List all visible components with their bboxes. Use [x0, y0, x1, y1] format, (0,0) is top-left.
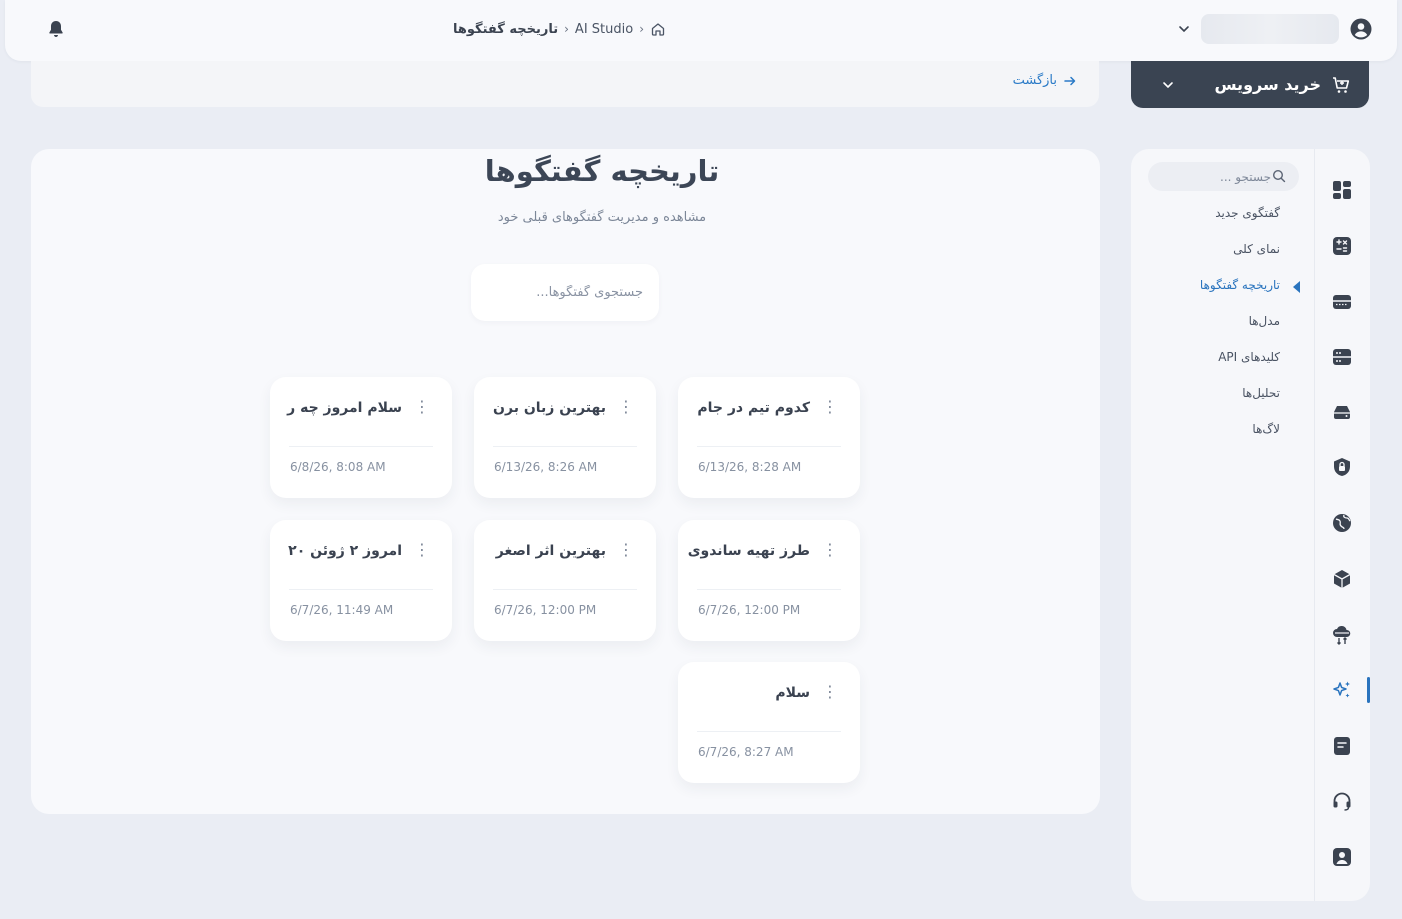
- conversation-title: طرز تهیه ساندوی: [687, 543, 810, 559]
- back-label: بازگشت: [1012, 73, 1057, 88]
- database-icon[interactable]: [1331, 346, 1353, 368]
- card-divider: [289, 446, 433, 447]
- conversation-card[interactable]: بهترین اثر اصغر ⋮ 6/7/26, 12:00 PM: [474, 520, 656, 641]
- conversation-date: 6/8/26, 8:08 AM: [290, 460, 386, 474]
- user-name[interactable]: [1201, 14, 1339, 44]
- more-options-icon[interactable]: ⋮: [414, 542, 430, 559]
- conversation-title: بهترین زبان برن: [493, 400, 606, 416]
- sidebar-divider: [1314, 149, 1315, 901]
- conversation-date: 6/13/26, 8:26 AM: [494, 460, 598, 474]
- conversation-title: کدوم تیم در جام: [697, 400, 810, 416]
- calculator-icon[interactable]: [1331, 235, 1353, 257]
- chevron-down-icon[interactable]: [1177, 22, 1191, 36]
- conversation-title: امروز ۲ ژوئن ۲۰: [288, 543, 402, 559]
- sidebar-item-chat-history[interactable]: تاریخچه گفتگوها: [1200, 278, 1280, 292]
- bell-icon[interactable]: [46, 19, 66, 39]
- home-icon[interactable]: [650, 21, 666, 37]
- breadcrumb-section[interactable]: AI Studio: [575, 22, 633, 37]
- sidebar: گفتگوی جدید نمای کلی تاریخچه گفتگوها مدل…: [1131, 149, 1370, 901]
- sidebar-item-api-keys[interactable]: کلیدهای API: [1218, 350, 1280, 364]
- buy-service-label: خرید سرویس: [1214, 75, 1321, 94]
- cart-icon: [1333, 76, 1350, 93]
- sub-header: بازگشت: [31, 61, 1099, 107]
- breadcrumb-separator: ›: [564, 22, 569, 36]
- conversation-date: 6/7/26, 8:27 AM: [698, 745, 794, 759]
- user-menu[interactable]: [1177, 12, 1373, 46]
- conversation-title: سلام: [775, 685, 810, 701]
- more-options-icon[interactable]: ⋮: [618, 399, 634, 416]
- sidebar-item-new-chat[interactable]: گفتگوی جدید: [1215, 206, 1280, 220]
- more-options-icon[interactable]: ⋮: [618, 542, 634, 559]
- page-title: تاریخچه گفتگوها: [484, 154, 720, 188]
- cloud-transfer-icon[interactable]: [1331, 624, 1353, 646]
- conversation-date: 6/7/26, 11:49 AM: [290, 603, 394, 617]
- conversation-card[interactable]: امروز ۲ ژوئن ۲۰ ⋮ 6/7/26, 11:49 AM: [270, 520, 452, 641]
- main-content: تاریخچه گفتگوها مشاهده و مدیریت گفتگوهای…: [31, 149, 1100, 814]
- more-options-icon[interactable]: ⋮: [822, 399, 838, 416]
- conversation-title: بهترین اثر اصغر: [495, 543, 606, 559]
- search-icon: [1272, 169, 1286, 183]
- sidebar-item-overview[interactable]: نمای کلی: [1233, 242, 1280, 256]
- conversation-title: سلام امروز چه ر: [287, 400, 402, 416]
- breadcrumb-separator: ›: [639, 22, 644, 36]
- breadcrumb-current: تاریخچه گفتگوها: [453, 21, 559, 37]
- sidebar-item-analytics[interactable]: تحلیل‌ها: [1242, 386, 1280, 400]
- contact-icon[interactable]: [1331, 846, 1353, 868]
- sidebar-item-logs[interactable]: لاگ‌ها: [1252, 422, 1280, 436]
- more-options-icon[interactable]: ⋮: [822, 684, 838, 701]
- conversation-card[interactable]: بهترین زبان برن ⋮ 6/13/26, 8:26 AM: [474, 377, 656, 498]
- buy-service-button[interactable]: خرید سرویس: [1131, 61, 1369, 108]
- conversation-card[interactable]: سلام امروز چه ر ⋮ 6/8/26, 8:08 AM: [270, 377, 452, 498]
- cube-icon[interactable]: [1331, 568, 1353, 590]
- rail-active-indicator: [1367, 677, 1370, 703]
- top-header: › AI Studio › تاریخچه گفتگوها: [5, 0, 1397, 61]
- card-divider: [289, 589, 433, 590]
- conversation-date: 6/7/26, 12:00 PM: [698, 603, 801, 617]
- active-item-marker: [1293, 281, 1300, 293]
- more-options-icon[interactable]: ⋮: [822, 542, 838, 559]
- chevron-down-icon: [1163, 81, 1173, 88]
- back-button[interactable]: بازگشت: [1013, 73, 1077, 88]
- conversation-card[interactable]: کدوم تیم در جام ⋮ 6/13/26, 8:28 AM: [678, 377, 860, 498]
- globe-icon[interactable]: [1331, 512, 1353, 534]
- conversation-card[interactable]: سلام ⋮ 6/7/26, 8:27 AM: [678, 662, 860, 783]
- cloud-drive-icon[interactable]: [1331, 401, 1353, 423]
- card-divider: [493, 589, 637, 590]
- conversation-date: 6/7/26, 12:00 PM: [494, 603, 597, 617]
- card-divider: [493, 446, 637, 447]
- headset-icon[interactable]: [1331, 790, 1353, 812]
- conversation-card[interactable]: طرز تهیه ساندوی ⋮ 6/7/26, 12:00 PM: [678, 520, 860, 641]
- page-subtitle: مشاهده و مدیریت گفتگوهای قبلی خود: [497, 210, 707, 225]
- card-divider: [697, 589, 841, 590]
- document-icon[interactable]: [1331, 735, 1353, 757]
- server-icon[interactable]: [1331, 291, 1353, 313]
- card-divider: [697, 731, 841, 732]
- arrow-right-icon: [1064, 76, 1076, 85]
- breadcrumb: › AI Studio › تاریخچه گفتگوها: [453, 19, 666, 39]
- more-options-icon[interactable]: ⋮: [414, 399, 430, 416]
- sidebar-item-models[interactable]: مدل‌ها: [1249, 314, 1280, 328]
- card-divider: [697, 446, 841, 447]
- sparkle-ai-icon[interactable]: [1331, 679, 1353, 701]
- user-circle-icon[interactable]: [1349, 17, 1373, 41]
- conversation-date: 6/13/26, 8:28 AM: [698, 460, 802, 474]
- dashboard-icon[interactable]: [1331, 179, 1353, 201]
- conversation-search-input[interactable]: [471, 264, 659, 321]
- shield-icon[interactable]: [1331, 456, 1353, 478]
